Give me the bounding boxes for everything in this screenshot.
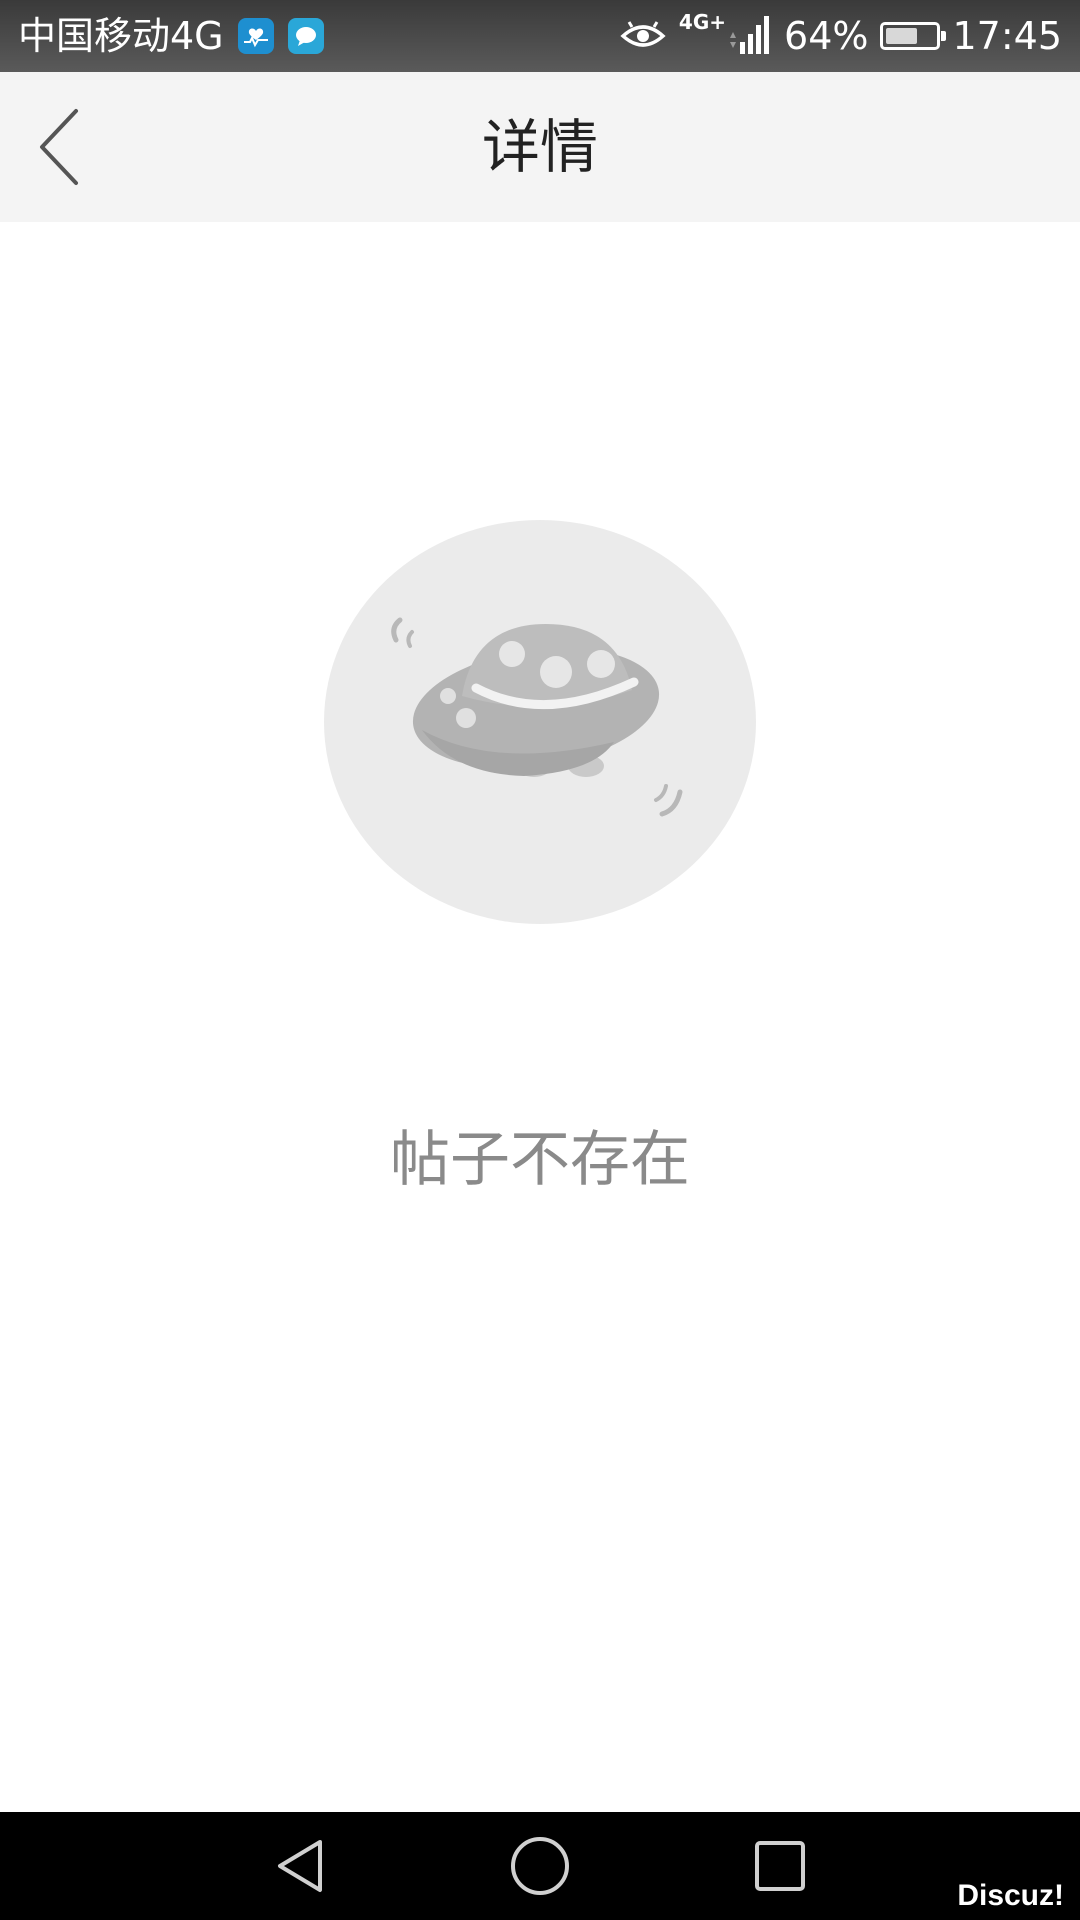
carrier-name: 中国移动4G bbox=[18, 14, 224, 58]
chat-app-icon bbox=[287, 18, 324, 54]
status-right: 4G+ 64% 17:45 bbox=[619, 0, 1062, 72]
eye-care-icon bbox=[619, 14, 667, 58]
status-bar: 中国移动4G 4G+ 64% 17:45 bbox=[0, 0, 1080, 72]
system-nav-bar: Discuz! bbox=[0, 1812, 1080, 1920]
home-circle-icon bbox=[511, 1837, 569, 1895]
recents-square-icon bbox=[755, 1841, 805, 1891]
battery-level-fill bbox=[886, 28, 918, 44]
discuz-watermark: Discuz! bbox=[957, 1879, 1064, 1912]
battery-percent: 64% bbox=[784, 14, 869, 58]
battery-icon bbox=[880, 22, 947, 50]
health-app-icon bbox=[237, 18, 274, 54]
empty-message: 帖子不存在 bbox=[390, 1125, 690, 1195]
nav-home-button[interactable] bbox=[500, 1826, 580, 1906]
ufo-illustration bbox=[324, 520, 756, 924]
nav-recents-button[interactable] bbox=[740, 1826, 820, 1906]
clock: 17:45 bbox=[952, 14, 1062, 58]
signal-icon bbox=[724, 12, 772, 60]
page-title: 详情 bbox=[481, 113, 598, 181]
app-header: 详情 bbox=[0, 72, 1080, 222]
back-triangle-icon bbox=[278, 1840, 322, 1892]
nav-back-button[interactable] bbox=[260, 1826, 340, 1906]
network-type-label: 4G+ bbox=[678, 10, 727, 34]
status-left: 中国移动4G bbox=[18, 0, 324, 72]
